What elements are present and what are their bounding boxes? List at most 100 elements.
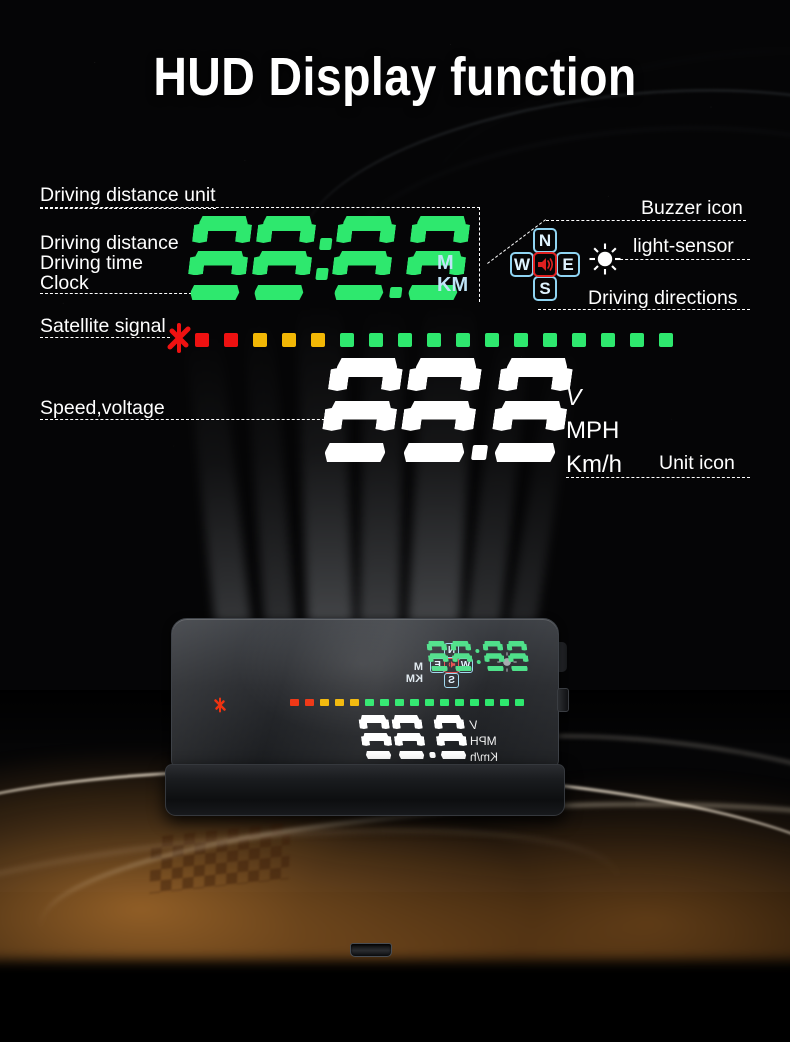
- unit-kmh: Km/h: [566, 450, 623, 478]
- hud-unit-photo: N W E S M KM: [165, 618, 569, 957]
- segment-d: [365, 751, 391, 759]
- device-compass-south: S: [444, 673, 459, 688]
- segment-d: [253, 285, 304, 300]
- seven-segment-digit: [426, 641, 450, 671]
- dot: [474, 648, 480, 654]
- segment-f: [413, 719, 422, 729]
- segment-d: [189, 285, 240, 300]
- device-white-readout: [361, 715, 466, 759]
- segment-d: [333, 285, 384, 300]
- device-green-readout: [424, 641, 528, 671]
- leader-line-clock: [40, 293, 192, 294]
- leader-line-buzzer: [546, 220, 746, 221]
- dot: [476, 659, 481, 664]
- seven-segment-digit: [249, 216, 317, 300]
- device-signal-segment: [515, 699, 524, 706]
- leader-line-driving-directions: [538, 309, 750, 310]
- distance-unit-labels: M KM: [437, 252, 468, 297]
- callout-light-sensor-label: light-sensor: [633, 235, 734, 257]
- signal-segment: [253, 333, 267, 347]
- callout-driving-distance-unit-label: Driving distance unit: [40, 183, 216, 209]
- speed-readout: [325, 358, 567, 462]
- segment-f: [410, 224, 427, 244]
- dot: [428, 751, 436, 759]
- dot: [319, 237, 333, 250]
- compass-widget: N W E S: [510, 228, 580, 301]
- callout-driving-distance-unit: Driving distance unit: [40, 183, 216, 209]
- device-signal-segment: [305, 699, 314, 706]
- signal-segment: [311, 333, 325, 347]
- device-signal-segment: [335, 699, 344, 706]
- side-button[interactable]: [557, 688, 569, 712]
- segment-b: [433, 719, 442, 729]
- unit-km: KM: [437, 274, 469, 297]
- device-signal-segment: [410, 699, 419, 706]
- device-signal-segment: [350, 699, 359, 706]
- seven-segment-digit: [450, 641, 474, 671]
- callout-driving-directions: Driving directions: [588, 286, 738, 311]
- device-base: [165, 764, 565, 957]
- segment-g: [408, 401, 471, 420]
- signal-segment: [195, 333, 209, 347]
- segment-d: [440, 751, 466, 759]
- compass-east: E: [556, 252, 580, 277]
- segment-f: [256, 224, 273, 244]
- signal-segment: [456, 333, 470, 347]
- device-signal-segment: [425, 699, 434, 706]
- seven-segment-digit: [488, 358, 575, 462]
- device-signal-segment: [395, 699, 404, 706]
- segment-g: [429, 653, 446, 659]
- segment-b: [460, 368, 482, 392]
- speed-unit-labels: V MPH Km/h: [566, 381, 622, 482]
- leader-line-satellite: [40, 337, 170, 338]
- dot: [471, 444, 488, 460]
- signal-segment: [282, 333, 296, 347]
- segment-f: [498, 368, 520, 392]
- leader-line-distance-unit-vertical: [479, 207, 480, 302]
- segment-g: [453, 653, 470, 659]
- signal-segment: [514, 333, 528, 347]
- segment-b: [450, 644, 456, 651]
- device-signal-segment: [380, 699, 389, 706]
- segment-d: [511, 666, 528, 672]
- colon-separator: [473, 641, 482, 671]
- callout-driving-directions-label: Driving directions: [588, 287, 738, 309]
- callout-light-sensor: light-sensor: [633, 234, 734, 259]
- unit-m: M: [437, 252, 454, 274]
- segment-b: [235, 224, 252, 244]
- device-signal-segment: [485, 699, 494, 706]
- segment-g: [363, 733, 389, 741]
- page-title: HUD Display function: [153, 47, 637, 107]
- signal-segment: [369, 333, 383, 347]
- segment-f: [380, 719, 389, 729]
- seven-segment-digit: [318, 358, 405, 462]
- segment-b: [381, 368, 403, 392]
- segment-f: [441, 644, 447, 651]
- signal-segment: [659, 333, 673, 347]
- callout-unit-icon: Unit icon: [659, 451, 735, 476]
- leader-line-speed-voltage: [40, 419, 340, 420]
- device-screen: N W E S M KM: [171, 618, 559, 770]
- satellite-icon: [163, 322, 195, 354]
- device-speed-units: V MPH Km/h: [470, 717, 514, 766]
- device-satellite-icon: [212, 697, 228, 713]
- device-unit-mph: MPH: [470, 734, 497, 749]
- seven-segment-digit: [506, 641, 530, 671]
- segment-b: [299, 224, 316, 244]
- segment-g: [329, 401, 392, 420]
- segment-b: [391, 719, 400, 729]
- compass-north: N: [533, 228, 557, 253]
- segment-g: [485, 653, 502, 659]
- dot: [315, 268, 329, 280]
- segment-d: [493, 443, 556, 462]
- usb-port: [350, 943, 392, 957]
- unit-volts: V: [566, 384, 582, 410]
- segment-f: [497, 644, 503, 651]
- seven-segment-digit: [482, 641, 506, 671]
- segment-f: [455, 719, 464, 729]
- segment-d: [487, 666, 504, 672]
- leader-line-distance-unit: [40, 207, 480, 208]
- signal-segment: [630, 333, 644, 347]
- segment-f: [521, 644, 527, 651]
- callout-buzzer-icon: Buzzer icon: [641, 196, 743, 221]
